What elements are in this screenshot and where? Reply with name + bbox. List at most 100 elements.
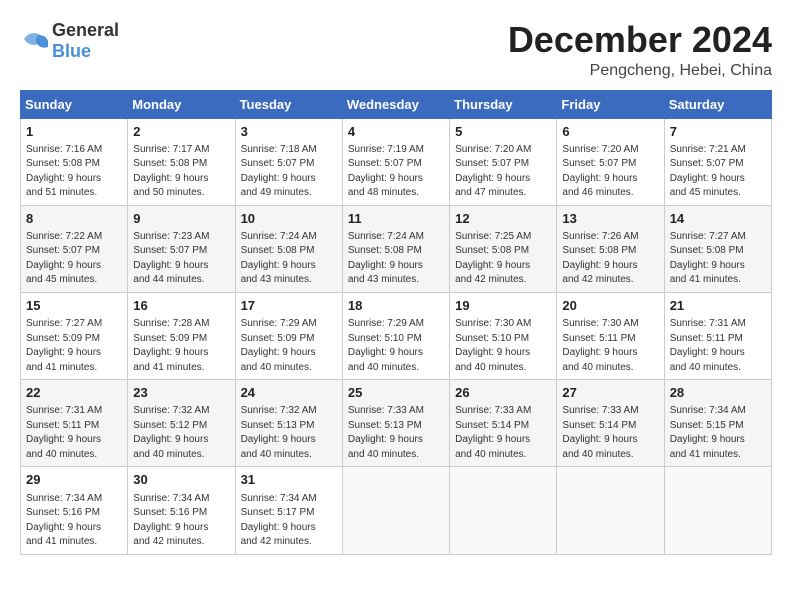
calendar-week-row: 22 Sunrise: 7:31 AM Sunset: 5:11 PM Dayli…: [21, 380, 772, 467]
calendar-week-row: 15 Sunrise: 7:27 AM Sunset: 5:09 PM Dayli…: [21, 292, 772, 379]
day-info: Sunrise: 7:18 AM Sunset: 5:07 PM Dayligh…: [241, 143, 337, 201]
calendar-cell: 6 Sunrise: 7:20 AM Sunset: 5:07 PM Daylig…: [557, 118, 664, 205]
calendar-cell: 10 Sunrise: 7:24 AM Sunset: 5:08 PM Dayli…: [235, 205, 342, 292]
calendar-cell: 31Sunrise: 7:34 AM Sunset: 5:17 PM Dayli…: [235, 467, 342, 554]
day-info: Sunrise: 7:31 AM Sunset: 5:11 PM Dayligh…: [26, 404, 122, 462]
day-number: 21: [670, 297, 766, 315]
calendar-cell: 23 Sunrise: 7:32 AM Sunset: 5:12 PM Dayli…: [128, 380, 235, 467]
logo: General Blue: [20, 20, 119, 62]
logo-blue: Blue: [52, 41, 91, 61]
day-info: Sunrise: 7:30 AM Sunset: 5:10 PM Dayligh…: [455, 317, 551, 375]
day-number: 25: [348, 384, 444, 402]
day-number: 10: [241, 210, 337, 228]
day-number: 18: [348, 297, 444, 315]
weekday-header-monday: Monday: [128, 90, 235, 118]
logo-general: General: [52, 20, 119, 40]
day-number: 28: [670, 384, 766, 402]
day-info: Sunrise: 7:32 AM Sunset: 5:13 PM Dayligh…: [241, 404, 337, 462]
month-title: December 2024: [508, 20, 772, 60]
calendar-cell: 18 Sunrise: 7:29 AM Sunset: 5:10 PM Dayli…: [342, 292, 449, 379]
day-info: Sunrise: 7:19 AM Sunset: 5:07 PM Dayligh…: [348, 143, 444, 201]
day-info: Sunrise: 7:21 AM Sunset: 5:07 PM Dayligh…: [670, 143, 766, 201]
calendar-cell: 11Sunrise: 7:24 AM Sunset: 5:08 PM Dayli…: [342, 205, 449, 292]
day-info: Sunrise: 7:16 AM Sunset: 5:08 PM Dayligh…: [26, 143, 122, 201]
day-number: 30: [133, 471, 229, 489]
day-number: 23: [133, 384, 229, 402]
day-info: Sunrise: 7:28 AM Sunset: 5:09 PM Dayligh…: [133, 317, 229, 375]
day-info: Sunrise: 7:29 AM Sunset: 5:09 PM Dayligh…: [241, 317, 337, 375]
day-info: Sunrise: 7:33 AM Sunset: 5:14 PM Dayligh…: [455, 404, 551, 462]
calendar-cell: 2Sunrise: 7:17 AM Sunset: 5:08 PM Daylig…: [128, 118, 235, 205]
day-info: Sunrise: 7:20 AM Sunset: 5:07 PM Dayligh…: [455, 143, 551, 201]
day-number: 29: [26, 471, 122, 489]
page-header: General Blue December 2024 Pengcheng, He…: [20, 20, 772, 80]
day-number: 8: [26, 210, 122, 228]
day-number: 15: [26, 297, 122, 315]
calendar-cell: 21 Sunrise: 7:31 AM Sunset: 5:11 PM Dayli…: [664, 292, 771, 379]
day-number: 5: [455, 123, 551, 141]
calendar-cell: 19Sunrise: 7:30 AM Sunset: 5:10 PM Dayli…: [450, 292, 557, 379]
weekday-header-wednesday: Wednesday: [342, 90, 449, 118]
calendar-cell: 14 Sunrise: 7:27 AM Sunset: 5:08 PM Dayli…: [664, 205, 771, 292]
day-info: Sunrise: 7:30 AM Sunset: 5:11 PM Dayligh…: [562, 317, 658, 375]
calendar-cell: 24 Sunrise: 7:32 AM Sunset: 5:13 PM Dayli…: [235, 380, 342, 467]
day-info: Sunrise: 7:25 AM Sunset: 5:08 PM Dayligh…: [455, 230, 551, 288]
calendar-week-row: 8 Sunrise: 7:22 AM Sunset: 5:07 PM Daylig…: [21, 205, 772, 292]
calendar-cell: 16Sunrise: 7:28 AM Sunset: 5:09 PM Dayli…: [128, 292, 235, 379]
day-info: Sunrise: 7:31 AM Sunset: 5:11 PM Dayligh…: [670, 317, 766, 375]
calendar-cell: 27 Sunrise: 7:33 AM Sunset: 5:14 PM Dayli…: [557, 380, 664, 467]
calendar-cell: 3 Sunrise: 7:18 AM Sunset: 5:07 PM Daylig…: [235, 118, 342, 205]
calendar-cell: 20Sunrise: 7:30 AM Sunset: 5:11 PM Dayli…: [557, 292, 664, 379]
day-number: 26: [455, 384, 551, 402]
calendar-cell: 9Sunrise: 7:23 AM Sunset: 5:07 PM Daylig…: [128, 205, 235, 292]
day-number: 2: [133, 123, 229, 141]
day-number: 14: [670, 210, 766, 228]
weekday-header-friday: Friday: [557, 90, 664, 118]
day-info: Sunrise: 7:27 AM Sunset: 5:08 PM Dayligh…: [670, 230, 766, 288]
calendar-cell: 30 Sunrise: 7:34 AM Sunset: 5:16 PM Dayli…: [128, 467, 235, 554]
day-info: Sunrise: 7:22 AM Sunset: 5:07 PM Dayligh…: [26, 230, 122, 288]
calendar-cell: 12Sunrise: 7:25 AM Sunset: 5:08 PM Dayli…: [450, 205, 557, 292]
location-title: Pengcheng, Hebei, China: [508, 62, 772, 80]
weekday-header-sunday: Sunday: [21, 90, 128, 118]
logo-icon: [20, 31, 48, 51]
calendar-cell: [342, 467, 449, 554]
calendar-cell: 26 Sunrise: 7:33 AM Sunset: 5:14 PM Dayli…: [450, 380, 557, 467]
day-info: Sunrise: 7:34 AM Sunset: 5:16 PM Dayligh…: [26, 492, 122, 550]
day-number: 9: [133, 210, 229, 228]
day-info: Sunrise: 7:24 AM Sunset: 5:08 PM Dayligh…: [348, 230, 444, 288]
day-info: Sunrise: 7:34 AM Sunset: 5:16 PM Dayligh…: [133, 492, 229, 550]
day-info: Sunrise: 7:24 AM Sunset: 5:08 PM Dayligh…: [241, 230, 337, 288]
day-info: Sunrise: 7:33 AM Sunset: 5:13 PM Dayligh…: [348, 404, 444, 462]
calendar-cell: 13 Sunrise: 7:26 AM Sunset: 5:08 PM Dayli…: [557, 205, 664, 292]
calendar-cell: [557, 467, 664, 554]
calendar-cell: [664, 467, 771, 554]
calendar-week-row: 29 Sunrise: 7:34 AM Sunset: 5:16 PM Dayli…: [21, 467, 772, 554]
calendar-cell: 29 Sunrise: 7:34 AM Sunset: 5:16 PM Dayli…: [21, 467, 128, 554]
day-info: Sunrise: 7:33 AM Sunset: 5:14 PM Dayligh…: [562, 404, 658, 462]
day-info: Sunrise: 7:29 AM Sunset: 5:10 PM Dayligh…: [348, 317, 444, 375]
calendar-cell: 22 Sunrise: 7:31 AM Sunset: 5:11 PM Dayli…: [21, 380, 128, 467]
day-number: 1: [26, 123, 122, 141]
calendar-cell: 25 Sunrise: 7:33 AM Sunset: 5:13 PM Dayli…: [342, 380, 449, 467]
calendar-cell: 8 Sunrise: 7:22 AM Sunset: 5:07 PM Daylig…: [21, 205, 128, 292]
day-number: 3: [241, 123, 337, 141]
day-number: 17: [241, 297, 337, 315]
day-number: 13: [562, 210, 658, 228]
calendar-cell: 5 Sunrise: 7:20 AM Sunset: 5:07 PM Daylig…: [450, 118, 557, 205]
calendar-cell: 15 Sunrise: 7:27 AM Sunset: 5:09 PM Dayli…: [21, 292, 128, 379]
weekday-header-saturday: Saturday: [664, 90, 771, 118]
day-info: Sunrise: 7:27 AM Sunset: 5:09 PM Dayligh…: [26, 317, 122, 375]
day-number: 22: [26, 384, 122, 402]
day-number: 4: [348, 123, 444, 141]
day-info: Sunrise: 7:20 AM Sunset: 5:07 PM Dayligh…: [562, 143, 658, 201]
weekday-header-tuesday: Tuesday: [235, 90, 342, 118]
day-number: 7: [670, 123, 766, 141]
calendar-cell: 1 Sunrise: 7:16 AM Sunset: 5:08 PM Daylig…: [21, 118, 128, 205]
day-number: 24: [241, 384, 337, 402]
calendar-cell: [450, 467, 557, 554]
day-number: 6: [562, 123, 658, 141]
day-info: Sunrise: 7:32 AM Sunset: 5:12 PM Dayligh…: [133, 404, 229, 462]
day-info: Sunrise: 7:26 AM Sunset: 5:08 PM Dayligh…: [562, 230, 658, 288]
day-number: 27: [562, 384, 658, 402]
